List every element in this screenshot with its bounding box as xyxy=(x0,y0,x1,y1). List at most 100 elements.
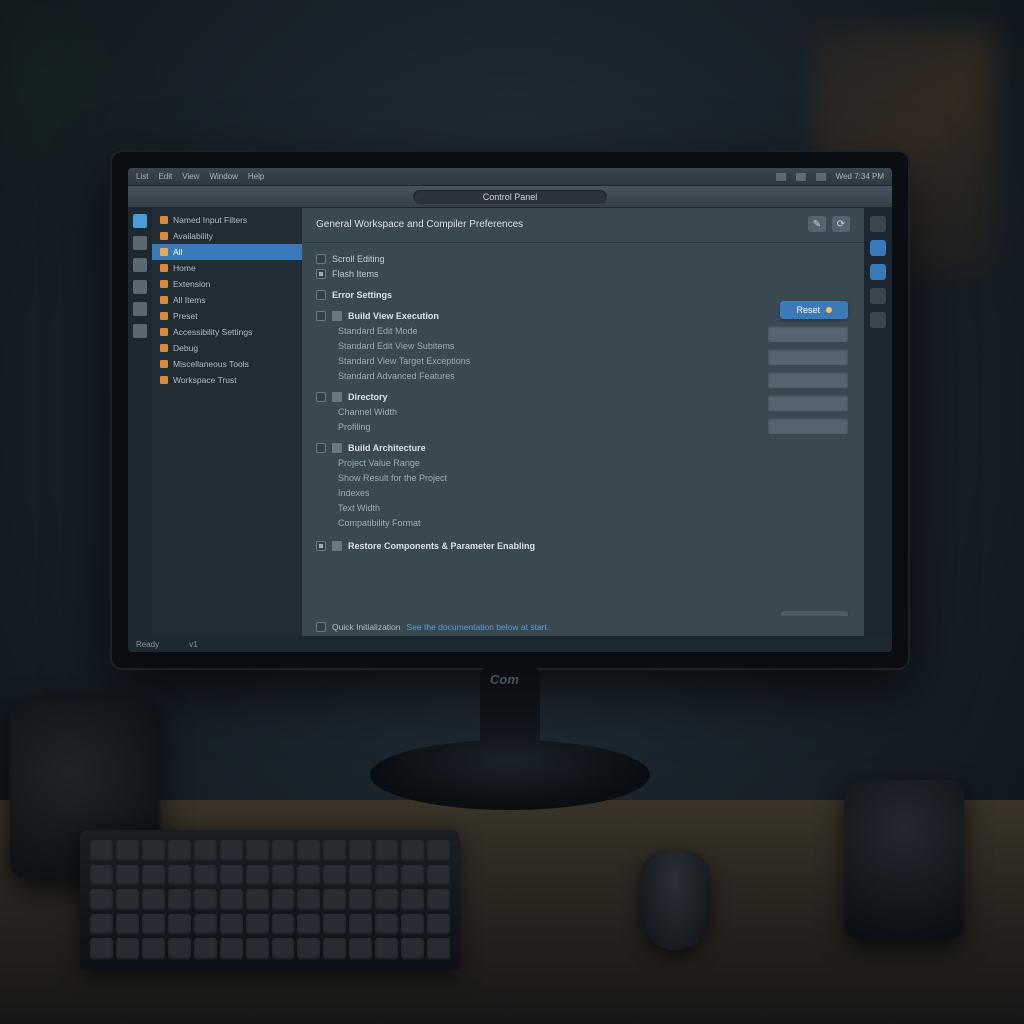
checkbox-icon[interactable] xyxy=(316,254,326,264)
sidebar: Named Input Filters Availability All Hom… xyxy=(152,208,302,636)
value-input[interactable] xyxy=(768,349,848,365)
setting-label: Project Value Range xyxy=(338,458,420,468)
group-icon xyxy=(332,392,342,402)
menu-item[interactable]: Edit xyxy=(158,172,172,181)
backdrop-plant xyxy=(0,0,120,260)
main-panel: General Workspace and Compiler Preferenc… xyxy=(302,208,864,636)
group-label: Build View Execution xyxy=(348,311,439,321)
folder-icon xyxy=(160,376,168,384)
sidebar-item-workspace-trust[interactable]: Workspace Trust xyxy=(152,372,302,388)
setting-label: Channel Width xyxy=(338,407,397,417)
extensions-icon[interactable] xyxy=(133,302,147,316)
main-header: General Workspace and Compiler Preferenc… xyxy=(302,208,864,243)
value-input[interactable] xyxy=(768,418,848,434)
footer-link[interactable]: See the documentation below at start. xyxy=(407,622,550,632)
monitor-bezel: List Edit View Window Help Wed 7:34 PM C… xyxy=(110,150,910,670)
group-error-settings[interactable]: Error Settings xyxy=(316,287,850,302)
checkbox-icon[interactable] xyxy=(316,392,326,402)
settings-body: Scroll Editing Flash Items Error Setting… xyxy=(302,243,864,616)
sidebar-item-label: Debug xyxy=(173,343,198,353)
activity-bar xyxy=(128,208,152,636)
checkbox-icon[interactable] xyxy=(316,541,326,551)
sidebar-item-all-items[interactable]: All Items xyxy=(152,292,302,308)
checkbox-icon[interactable] xyxy=(316,290,326,300)
setting-label: Text Width xyxy=(338,503,380,513)
setting-label: Indexes xyxy=(338,488,370,498)
settings-icon[interactable] xyxy=(133,324,147,338)
setting-flash-items[interactable]: Flash Items xyxy=(316,266,850,281)
menubar: List Edit View Window Help Wed 7:34 PM xyxy=(128,168,892,186)
menu-item[interactable]: View xyxy=(182,172,199,181)
layers-icon[interactable] xyxy=(870,264,886,280)
menubar-clock: Wed 7:34 PM xyxy=(836,172,884,181)
setting-label: Standard Advanced Features xyxy=(338,371,455,381)
setting-scroll-editing[interactable]: Scroll Editing xyxy=(316,251,850,266)
camera-lens-prop xyxy=(844,780,964,940)
refresh-icon[interactable]: ⟳ xyxy=(832,216,850,232)
bookmark-icon[interactable] xyxy=(870,240,886,256)
sidebar-item-label: Home xyxy=(173,263,196,273)
folder-icon xyxy=(160,280,168,288)
checkbox-icon[interactable] xyxy=(316,622,326,632)
right-controls: Reset Get Started xyxy=(768,301,848,616)
sidebar-item-home[interactable]: Home xyxy=(152,260,302,276)
right-rail xyxy=(864,208,892,636)
debug-icon[interactable] xyxy=(133,280,147,294)
folder-icon xyxy=(160,248,168,256)
folder-icon xyxy=(160,232,168,240)
checkbox-icon[interactable] xyxy=(316,443,326,453)
menu-item[interactable]: Help xyxy=(248,172,264,181)
volume-icon[interactable] xyxy=(796,173,806,181)
sidebar-item-debug[interactable]: Debug xyxy=(152,340,302,356)
sidebar-item-availability[interactable]: Availability xyxy=(152,228,302,244)
sidebar-item-all[interactable]: All xyxy=(152,244,302,260)
checkbox-icon[interactable] xyxy=(316,269,326,279)
workspace: Named Input Filters Availability All Hom… xyxy=(128,208,892,636)
sidebar-item-misc-tools[interactable]: Miscellaneous Tools xyxy=(152,356,302,372)
search-icon[interactable] xyxy=(133,236,147,250)
sidebar-item-label: All Items xyxy=(173,295,206,305)
menu-item[interactable]: Window xyxy=(209,172,237,181)
folder-icon xyxy=(160,344,168,352)
reset-button[interactable]: Reset xyxy=(780,301,848,319)
menu-item[interactable]: List xyxy=(136,172,148,181)
sidebar-item-preset[interactable]: Preset xyxy=(152,308,302,324)
folder-icon xyxy=(160,216,168,224)
get-started-button[interactable]: Get Started xyxy=(781,611,848,616)
wifi-icon[interactable] xyxy=(776,173,786,181)
sidebar-item-named-filters[interactable]: Named Input Filters xyxy=(152,212,302,228)
value-input[interactable] xyxy=(768,372,848,388)
indicator-icon xyxy=(826,307,832,313)
status-right: v1 xyxy=(189,640,197,649)
group-icon xyxy=(332,311,342,321)
edit-icon[interactable]: ✎ xyxy=(808,216,826,232)
value-input[interactable] xyxy=(768,395,848,411)
sidebar-item-label: All xyxy=(173,247,182,257)
folder-icon xyxy=(160,312,168,320)
sidebar-item-extension[interactable]: Extension xyxy=(152,276,302,292)
screen: List Edit View Window Help Wed 7:34 PM C… xyxy=(128,168,892,652)
info-icon[interactable] xyxy=(870,216,886,232)
sidebar-item-label: Availability xyxy=(173,231,213,241)
setting-label: Profiling xyxy=(338,422,371,432)
share-icon[interactable] xyxy=(870,312,886,328)
value-input[interactable] xyxy=(768,326,848,342)
checkbox-icon[interactable] xyxy=(316,311,326,321)
battery-icon[interactable] xyxy=(816,173,826,181)
setting-label: Standard View Target Exceptions xyxy=(338,356,470,366)
sidebar-item-accessibility[interactable]: Accessibility Settings xyxy=(152,324,302,340)
monitor-stand-base xyxy=(370,740,650,810)
sidebar-item-label: Extension xyxy=(173,279,210,289)
folder-icon xyxy=(160,360,168,368)
setting-label: Scroll Editing xyxy=(332,254,385,264)
sidebar-item-label: Preset xyxy=(173,311,198,321)
source-control-icon[interactable] xyxy=(133,258,147,272)
setting-label: Standard Edit Mode xyxy=(338,326,418,336)
setting-label: Standard Edit View Subitems xyxy=(338,341,454,351)
keyboard xyxy=(80,830,460,970)
history-icon[interactable] xyxy=(870,288,886,304)
explorer-icon[interactable] xyxy=(133,214,147,228)
window-title: Control Panel xyxy=(413,190,608,204)
folder-icon xyxy=(160,264,168,272)
sidebar-item-label: Workspace Trust xyxy=(173,375,237,385)
